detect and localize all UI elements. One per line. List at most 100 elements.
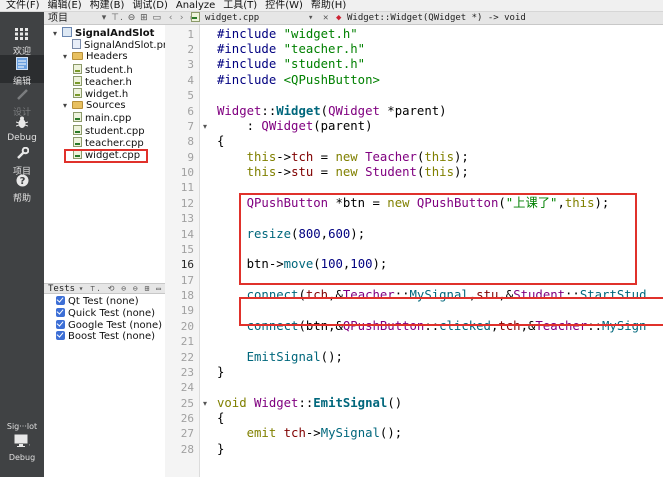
code-token: parent (394, 103, 440, 118)
tree-item-label: SignalAndSlot (75, 28, 155, 39)
tree-item-label: Sources (86, 100, 126, 112)
menu-item-2[interactable]: 构建(B) (87, 0, 130, 11)
code-line[interactable]: emit tch->MySignal(); (217, 426, 403, 441)
code-token: tch (291, 149, 314, 164)
mode-selector-bar: 欢迎编辑设计 Debug 项目? 帮助 Sig···lot, Debug (0, 12, 44, 477)
mode-pencil[interactable]: 设计 (0, 86, 44, 118)
line-number: 27 (180, 427, 194, 441)
file-dropdown-icon[interactable]: ▾ (308, 12, 313, 25)
menu-item-3[interactable]: 调试(D) (129, 0, 173, 11)
code-token: "teacher.h" (283, 41, 366, 56)
code-token: { (217, 411, 225, 426)
tree-item-widget-h[interactable]: widget.h (73, 88, 128, 100)
tree-item-headers[interactable]: ▾ Headers (63, 51, 128, 63)
menu-item-7[interactable]: 帮助(H) (308, 0, 351, 11)
checkbox-checked-icon[interactable] (56, 307, 65, 317)
line-number: 13 (180, 212, 194, 226)
mode-wrench[interactable]: 项目 (0, 145, 44, 177)
test-item-3[interactable]: Boost Test (none) (56, 331, 155, 343)
code-line[interactable]: Widget::Widget(QWidget *parent) (217, 104, 447, 119)
code-highlight-box-connect-clicked (239, 297, 663, 326)
fold-toggle-icon[interactable]: ▾ (203, 119, 207, 134)
chevron-down-icon[interactable]: ▾ (63, 100, 72, 112)
code-line[interactable]: EmitSignal(); (217, 350, 343, 365)
pencil-icon (0, 88, 44, 104)
code-line[interactable]: #include <QPushButton> (217, 73, 380, 88)
mode-grid[interactable]: 欢迎 (0, 26, 44, 57)
tree-item-student-cpp[interactable]: student.cpp (73, 124, 145, 137)
line-number: 22 (180, 350, 194, 364)
code-line[interactable]: } (217, 442, 224, 457)
code-line[interactable]: void Widget::EmitSignal() (217, 396, 402, 411)
code-line[interactable]: #include "student.h" (217, 57, 365, 72)
tree-item-signalandslot[interactable]: ▾ SignalAndSlot (53, 27, 154, 39)
code-line[interactable]: { (217, 134, 224, 149)
menu-item-0[interactable]: 文件(F) (3, 0, 45, 11)
menu-item-1[interactable]: 编辑(E) (45, 0, 87, 11)
mode-label: 帮助 (12, 194, 31, 204)
code-token: -> (305, 426, 321, 441)
tests-toolbar-icons[interactable]: ▾ ⊤. ⟲ ⊖ ⊖ ⊞ ▭ (79, 284, 162, 294)
code-token: : (217, 118, 262, 133)
test-item-1[interactable]: Quick Test (none) (56, 307, 156, 320)
code-token: this (424, 165, 454, 180)
code-line[interactable]: { (217, 411, 224, 426)
tests-panel-title: Tests (48, 284, 76, 294)
symbol-selector[interactable]: Widget::Widget(QWidget *) -> void (347, 12, 526, 25)
widget-cpp-highlight-box (64, 149, 148, 163)
code-line[interactable]: } (217, 365, 224, 380)
code-line[interactable]: : QWidget(parent) (217, 118, 373, 134)
code-token: this (246, 165, 277, 180)
checkbox-checked-icon[interactable] (56, 296, 65, 305)
code-line[interactable]: #include "teacher.h" (217, 42, 365, 57)
mode-edit-doc[interactable]: 编辑 (0, 55, 44, 87)
code-line[interactable]: #include "widget.h" (217, 27, 358, 42)
tree-item-sources[interactable]: ▾ Sources (63, 100, 126, 112)
svg-text:,: , (29, 440, 30, 447)
cpp-file-icon (73, 136, 82, 147)
tree-item-student-h[interactable]: student.h (73, 63, 133, 76)
project-icon (62, 27, 72, 37)
code-token: = (313, 149, 336, 164)
chevron-down-icon[interactable]: ▾ (53, 28, 62, 40)
tree-item-teacher-cpp[interactable]: teacher.cpp (73, 136, 144, 149)
chevron-down-icon[interactable]: ▾ (63, 51, 72, 63)
open-file-name[interactable]: widget.cpp (205, 12, 259, 25)
test-item-label: Quick Test (none) (68, 307, 156, 319)
code-line[interactable]: this->stu = new Student(this); (217, 165, 469, 180)
test-item-label: Boost Test (none) (68, 331, 156, 343)
test-item-2[interactable]: Google Test (none) (56, 319, 163, 332)
tree-item-signalandslot-pro[interactable]: SignalAndSlot.pro (63, 39, 173, 51)
menu-item-6[interactable]: 控件(W) (262, 0, 308, 11)
code-line[interactable]: this->tch = new Teacher(this); (217, 150, 469, 165)
code-token: Teacher (365, 149, 417, 164)
code-token: Widget (217, 103, 262, 118)
tree-item-teacher-h[interactable]: teacher.h (73, 75, 132, 88)
code-token: Widget (276, 103, 321, 118)
line-number: 7 (187, 119, 194, 133)
grid-icon (0, 28, 44, 43)
mode-bug[interactable]: Debug (0, 114, 44, 143)
menu-item-5[interactable]: 工具(T) (220, 0, 262, 11)
checkbox-checked-icon[interactable] (56, 331, 65, 341)
tree-item-label: widget.h (85, 89, 129, 100)
mode-help[interactable]: ? 帮助 (0, 172, 44, 204)
panel-toolbar-icons[interactable]: ▾ ⊤. ⊖ ⊞ ▭ (102, 12, 162, 25)
line-number: 17 (180, 273, 194, 287)
checkbox-checked-icon[interactable] (56, 319, 65, 329)
code-token: ( (320, 103, 329, 118)
line-number: 25 (180, 396, 194, 410)
test-item-label: Google Test (none) (68, 319, 163, 331)
tree-item-label: main.cpp (85, 113, 132, 125)
tree-item-main-cpp[interactable]: main.cpp (73, 112, 131, 124)
menu-item-4[interactable]: Analyze (173, 0, 220, 11)
mode-build-target[interactable]: Sig···lot, Debug (0, 422, 44, 472)
test-item-0[interactable]: Qt Test (none) (56, 296, 139, 308)
line-number: 8 (187, 135, 194, 149)
fold-toggle-icon[interactable]: ▾ (203, 396, 207, 411)
code-token: Student (365, 165, 417, 180)
close-file-icon[interactable]: ✕ (323, 12, 328, 25)
